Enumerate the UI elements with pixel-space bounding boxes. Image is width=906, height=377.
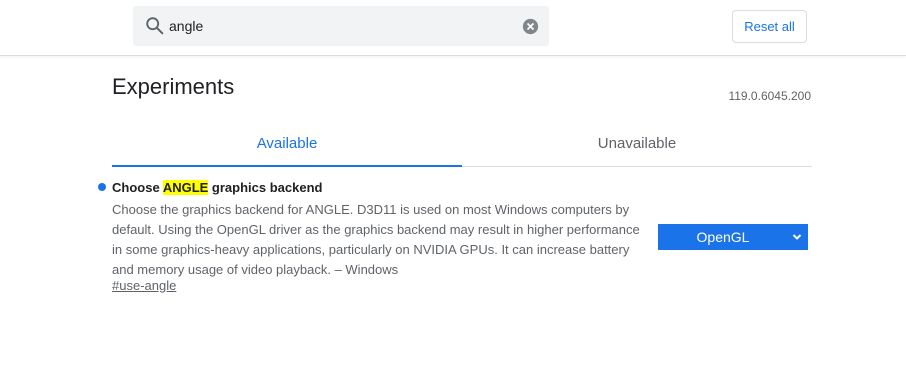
experiment-description: Choose the graphics backend for ANGLE. D… — [112, 202, 640, 277]
enabled-indicator-dot — [98, 183, 106, 191]
version-label: 119.0.6045.200 — [728, 89, 811, 103]
search-box[interactable] — [133, 6, 549, 46]
experiment-title: Choose ANGLE graphics backend — [112, 180, 322, 195]
reset-all-button[interactable]: Reset all — [732, 10, 807, 43]
experiment-link[interactable]: #use-angle — [112, 278, 176, 293]
tab-unavailable[interactable]: Unavailable — [462, 125, 812, 165]
chevron-down-icon — [792, 234, 802, 240]
tab-bar: Available Unavailable — [112, 125, 812, 167]
backend-select-value: OpenGL — [696, 229, 750, 245]
clear-icon[interactable] — [522, 18, 539, 35]
tab-available[interactable]: Available — [112, 125, 462, 167]
page-title: Experiments — [112, 74, 235, 99]
top-bar: Reset all — [0, 0, 906, 56]
experiment-title-prefix: Choose — [112, 180, 163, 195]
search-match-highlight: ANGLE — [162, 180, 209, 195]
search-input[interactable] — [169, 6, 509, 46]
backend-select[interactable]: OpenGL — [658, 224, 808, 250]
search-icon — [146, 17, 164, 35]
experiment-title-suffix: graphics backend — [208, 180, 323, 195]
